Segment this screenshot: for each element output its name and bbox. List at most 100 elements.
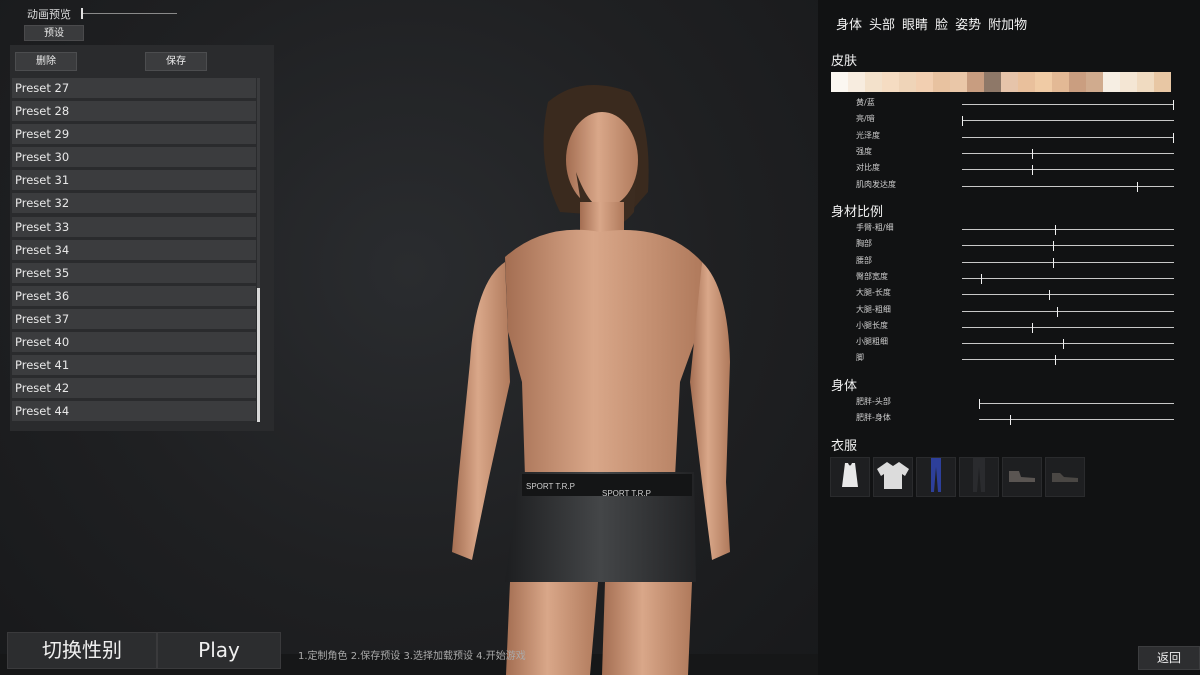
preset-list-item[interactable]: Preset 44 [12,401,256,422]
preset-list-item[interactable]: Preset 30 [12,147,256,168]
preset-toggle-button[interactable]: 预设 [24,25,84,41]
tab-item[interactable]: 身体 [836,14,862,33]
preset-list-item[interactable]: Preset 28 [12,101,256,122]
preset-list-item[interactable]: Preset 41 [12,355,256,376]
body-section-title: 身体 [831,379,858,394]
skin-swatch[interactable] [848,72,865,92]
slider-track[interactable] [962,165,1174,176]
slider-track[interactable] [962,257,1174,268]
tab-item[interactable]: 眼睛 [902,14,928,33]
skin-swatch[interactable] [865,72,882,92]
slider-handle[interactable] [979,399,980,409]
slider-handle[interactable] [1032,148,1033,159]
slider-track[interactable] [962,355,1174,366]
clothing-slot[interactable] [873,457,913,497]
dark-pants-icon [971,457,987,497]
preset-list-item[interactable]: Preset 42 [12,378,256,399]
skin-swatch[interactable] [831,72,848,92]
preset-list-item[interactable]: Preset 36 [12,285,256,306]
clothing-slot[interactable] [1045,457,1085,497]
character-model[interactable]: SPORT T.R.P SPORT T.R.P [430,82,750,675]
back-button[interactable]: 返回 [1138,646,1200,670]
clothing-slot[interactable] [1002,457,1042,497]
preset-list-item[interactable]: Preset 35 [12,262,256,283]
slider-track[interactable] [979,399,1174,409]
skin-swatch[interactable] [984,72,1001,92]
slider-handle[interactable] [1032,165,1033,176]
clothing-slot[interactable] [916,457,956,497]
slider-handle[interactable] [1137,181,1138,192]
slider-track[interactable] [962,100,1174,110]
slider-track[interactable] [962,322,1174,333]
slider-handle[interactable] [962,116,963,127]
tab-item[interactable]: 附加物 [988,14,1027,33]
slider-handle[interactable] [1055,225,1056,235]
slider-track[interactable] [962,339,1174,350]
slider-handle[interactable] [1053,241,1054,252]
slider-handle[interactable] [1173,100,1174,110]
slider-track[interactable] [962,148,1174,159]
slider-handle[interactable] [1032,322,1033,333]
preset-list-item[interactable]: Preset 27 [12,78,256,98]
slider-label: 强度 [856,146,872,156]
slider-track[interactable] [962,306,1174,317]
skin-swatch[interactable] [1103,72,1120,92]
preset-list-item[interactable]: Preset 33 [12,216,256,237]
switch-gender-button[interactable]: 切换性别 [7,632,157,669]
preset-list-item[interactable]: Preset 32 [12,193,256,214]
clothing-slot[interactable] [959,457,999,497]
save-button[interactable]: 保存 [145,52,207,71]
clothing-slot[interactable] [830,457,870,497]
skin-swatch[interactable] [899,72,916,92]
slider-row: 大腿-粗细 [856,305,1174,319]
slider-handle[interactable] [1057,306,1058,317]
slider-handle[interactable] [981,273,982,284]
preset-scrollbar[interactable] [257,78,260,422]
skin-swatch[interactable] [1035,72,1052,92]
slider-track[interactable] [962,273,1174,284]
slider-track[interactable] [962,290,1174,301]
preset-list-item[interactable]: Preset 31 [12,170,256,191]
tab-item[interactable]: 脸 [935,14,948,33]
delete-button[interactable]: 删除 [15,52,77,71]
slider-handle[interactable] [1053,257,1054,268]
skin-swatch[interactable] [933,72,950,92]
skin-swatch[interactable] [1137,72,1154,92]
anim-preview-slider[interactable] [81,13,177,14]
tab-item[interactable]: 头部 [869,14,895,33]
slider-handle[interactable] [1063,339,1064,350]
skin-swatch[interactable] [967,72,984,92]
slider-handle[interactable] [1055,355,1056,366]
slider-track[interactable] [962,225,1174,235]
slider-track[interactable] [979,415,1174,426]
skin-swatch[interactable] [916,72,933,92]
slider-track[interactable] [962,132,1174,143]
slider-track[interactable] [962,181,1174,192]
slider-track[interactable] [962,116,1174,127]
tab-item[interactable]: 姿势 [955,14,981,33]
skin-swatch[interactable] [1052,72,1069,92]
slider-handle[interactable] [1173,132,1174,143]
preset-list-item[interactable]: Preset 37 [12,308,256,329]
slider-row: 对比度 [856,163,1174,177]
shoe-icon [1050,468,1080,487]
preset-list-item[interactable]: Preset 34 [12,239,256,260]
skin-swatch[interactable] [1086,72,1103,92]
skin-swatch[interactable] [882,72,899,92]
skin-swatch[interactable] [1069,72,1086,92]
skin-swatch[interactable] [1018,72,1035,92]
slider-track[interactable] [962,241,1174,252]
skin-swatch[interactable] [1001,72,1018,92]
preset-list-item[interactable]: Preset 40 [12,332,256,353]
anim-preview-handle[interactable] [81,8,83,19]
slider-label: 手臂-粗/细 [856,223,894,232]
skin-swatch[interactable] [1154,72,1171,92]
skin-swatch[interactable] [950,72,967,92]
play-button[interactable]: Play [157,632,281,669]
slider-row: 亮/暗 [856,114,1174,128]
slider-handle[interactable] [1010,415,1011,426]
slider-handle[interactable] [1049,290,1050,301]
preset-list-item[interactable]: Preset 29 [12,124,256,145]
skin-swatch[interactable] [1120,72,1137,92]
preset-scrollbar-thumb[interactable] [257,288,260,422]
